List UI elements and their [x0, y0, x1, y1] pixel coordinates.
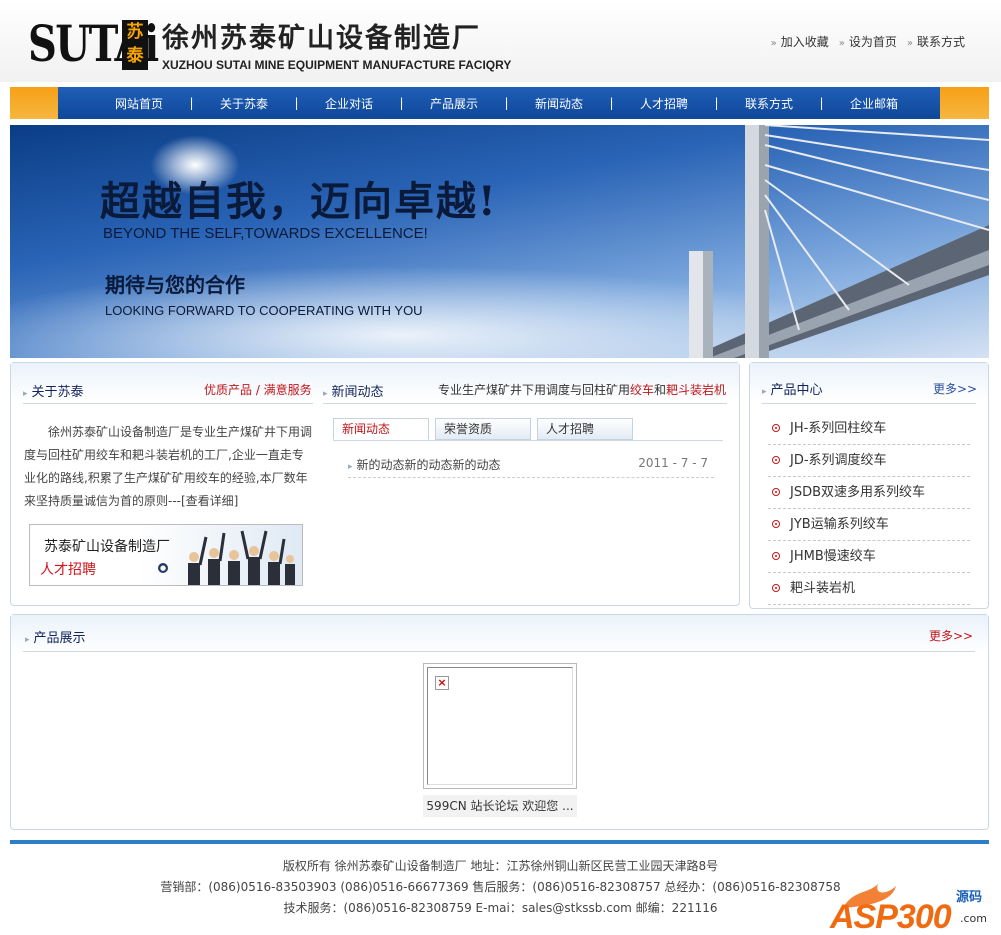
arrow-icon: ▸ — [762, 387, 767, 397]
go-icon: ● — [158, 563, 168, 573]
product-item[interactable]: JSDB双速多用系列绞车 — [768, 477, 970, 509]
nav-item-jobs[interactable]: 人才招聘 — [629, 95, 699, 112]
tabs-baseline — [333, 440, 723, 441]
tab-jobs[interactable]: 人才招聘 — [537, 418, 633, 440]
divider — [323, 403, 727, 404]
panel-header — [11, 615, 988, 653]
nav-separator: | — [399, 96, 404, 110]
company-name-cn: 徐州苏泰矿山设备制造厂 — [162, 23, 481, 54]
nav-separator: | — [189, 96, 194, 110]
top-links: » 加入收藏 » 设为首页 » 联系方式 — [771, 33, 965, 50]
bullet-icon — [772, 552, 780, 560]
slogan-cooperation-en: LOOKING FORWARD TO COOPERATING WITH YOU — [105, 303, 423, 318]
nav-item-home[interactable]: 网站首页 — [104, 95, 174, 112]
logo-badge: 苏泰 — [122, 20, 148, 70]
people-illustration — [188, 530, 295, 585]
news-item-date: 2011 - 7 - 7 — [638, 456, 708, 470]
product-item[interactable]: JH-系列回柱绞车 — [768, 413, 970, 445]
bullet-icon — [772, 424, 780, 432]
arrow-icon: » — [770, 38, 777, 49]
site-header: SUTAi 苏泰 徐州苏泰矿山设备制造厂 XUZHOU SUTAI MINE E… — [0, 0, 1001, 82]
arrow-icon: ▸ — [323, 389, 328, 399]
news-item-title[interactable]: 新的动态新的动态新的动态 — [357, 458, 501, 472]
about-title[interactable]: ▸ 关于苏泰 — [23, 381, 84, 400]
link-set-homepage[interactable]: » 设为首页 — [839, 33, 897, 50]
tab-news[interactable]: 新闻动态 — [333, 418, 429, 440]
nav-separator: | — [504, 96, 509, 110]
broken-image-icon: × — [435, 676, 449, 690]
arrow-icon: » — [906, 38, 913, 49]
product-showcase-panel: ▸ 产品展示 更多>> × 599CN 站长论坛 欢迎您 ... — [10, 614, 989, 830]
footer-divider — [10, 840, 989, 844]
arrow-icon: ▸ — [23, 389, 28, 399]
arrow-icon: ▸ — [25, 635, 30, 645]
main-nav: 网站首页 | 关于苏泰 | 企业对话 | 产品展示 | 新闻动态 | 人才招聘 … — [10, 87, 989, 119]
product-item[interactable]: JD-系列调度绞车 — [768, 445, 970, 477]
slogan-en: BEYOND THE SELF,TOWARDS EXCELLENCE! — [103, 225, 428, 242]
nav-item-contact[interactable]: 联系方式 — [734, 95, 804, 112]
nav-separator: | — [819, 96, 824, 110]
product-list: JH-系列回柱绞车 JD-系列调度绞车 JSDB双速多用系列绞车 JYB运输系列… — [768, 413, 970, 605]
bullet-icon — [772, 584, 780, 592]
product-item[interactable]: JYB运输系列绞车 — [768, 509, 970, 541]
recruitment-label: 人才招聘 — [40, 562, 96, 578]
product-center-panel: ▸ 产品中心 更多>> JH-系列回柱绞车 JD-系列调度绞车 JSDB双速多用系… — [749, 362, 989, 609]
product-item[interactable]: 耙斗装岩机 — [768, 573, 970, 605]
recruitment-banner[interactable]: 苏泰矿山设备制造厂 人才招聘 ● — [29, 524, 303, 586]
divider — [23, 403, 313, 404]
showcase-title[interactable]: ▸ 产品展示 — [25, 627, 86, 646]
arrow-icon: » — [838, 38, 845, 49]
about-tagline: 优质产品 / 满意服务 — [204, 383, 312, 397]
news-tagline: 专业生产煤矿井下用调度与回柱矿用绞车和耙斗装岩机 — [438, 383, 727, 397]
nav-bar: 网站首页 | 关于苏泰 | 企业对话 | 产品展示 | 新闻动态 | 人才招聘 … — [58, 87, 940, 119]
news-list-item[interactable]: ▸ 新的动态新的动态新的动态 2011 - 7 - 7 — [348, 456, 714, 478]
nav-item-products[interactable]: 产品展示 — [419, 95, 489, 112]
thumbnail-caption[interactable]: 599CN 站长论坛 欢迎您 ... — [423, 795, 577, 817]
bullet-icon — [772, 488, 780, 496]
nav-item-about[interactable]: 关于苏泰 — [209, 95, 279, 112]
divider — [762, 403, 976, 404]
nav-item-email[interactable]: 企业邮箱 — [839, 95, 909, 112]
link-contact[interactable]: » 联系方式 — [907, 33, 965, 50]
product-item[interactable]: JHMB慢速绞车 — [768, 541, 970, 573]
hero-banner: 超越自我，迈向卓越! BEYOND THE SELF,TOWARDS EXCEL… — [10, 125, 989, 358]
watermark-sub: 源码 — [956, 890, 983, 905]
slogan-cn: 超越自我，迈向卓越! — [100, 178, 498, 225]
arrow-icon: ▸ — [348, 462, 353, 472]
nav-item-news[interactable]: 新闻动态 — [524, 95, 594, 112]
bullet-icon — [772, 456, 780, 464]
nav-item-dialogue[interactable]: 企业对话 — [314, 95, 384, 112]
asp300-watermark-logo: ASP300 源码 .com — [828, 880, 996, 935]
news-tabs: 新闻动态 荣誉资质 人才招聘 — [333, 418, 633, 440]
nav-separator: | — [714, 96, 719, 110]
bullet-icon — [772, 520, 780, 528]
products-more-link[interactable]: 更多>> — [933, 380, 977, 397]
watermark-text: ASP300 — [830, 898, 952, 935]
slogan-cooperation-cn: 期待与您的合作 — [105, 273, 245, 297]
about-description: 徐州苏泰矿山设备制造厂是专业生产煤矿井下用调度与回柱矿用绞车和耙斗装岩机的工厂,… — [24, 425, 313, 508]
image-frame: × — [427, 667, 573, 785]
product-center-title[interactable]: ▸ 产品中心 — [762, 379, 823, 398]
showcase-more-link[interactable]: 更多>> — [929, 627, 973, 644]
product-thumbnail[interactable]: × — [423, 663, 577, 789]
watermark-com: .com — [960, 912, 987, 925]
bridge-image — [689, 125, 989, 358]
nav-separator: | — [609, 96, 614, 110]
about-news-panel: ▸ 关于苏泰 优质产品 / 满意服务 徐州苏泰矿山设备制造厂是专业生产煤矿井下用调… — [10, 362, 740, 606]
link-add-favorite[interactable]: » 加入收藏 — [771, 33, 829, 50]
nav-separator: | — [294, 96, 299, 110]
company-name-en: XUZHOU SUTAI MINE EQUIPMENT MANUFACTURE … — [162, 58, 512, 72]
divider — [23, 651, 975, 652]
tab-honors[interactable]: 荣誉资质 — [435, 418, 531, 440]
news-title[interactable]: ▸ 新闻动态 — [323, 381, 384, 400]
recruitment-company: 苏泰矿山设备制造厂 — [44, 539, 170, 555]
footer-copyright: 版权所有 徐州苏泰矿山设备制造厂 地址：江苏徐州铜山新区民营工业园天津路8号 — [282, 859, 719, 873]
